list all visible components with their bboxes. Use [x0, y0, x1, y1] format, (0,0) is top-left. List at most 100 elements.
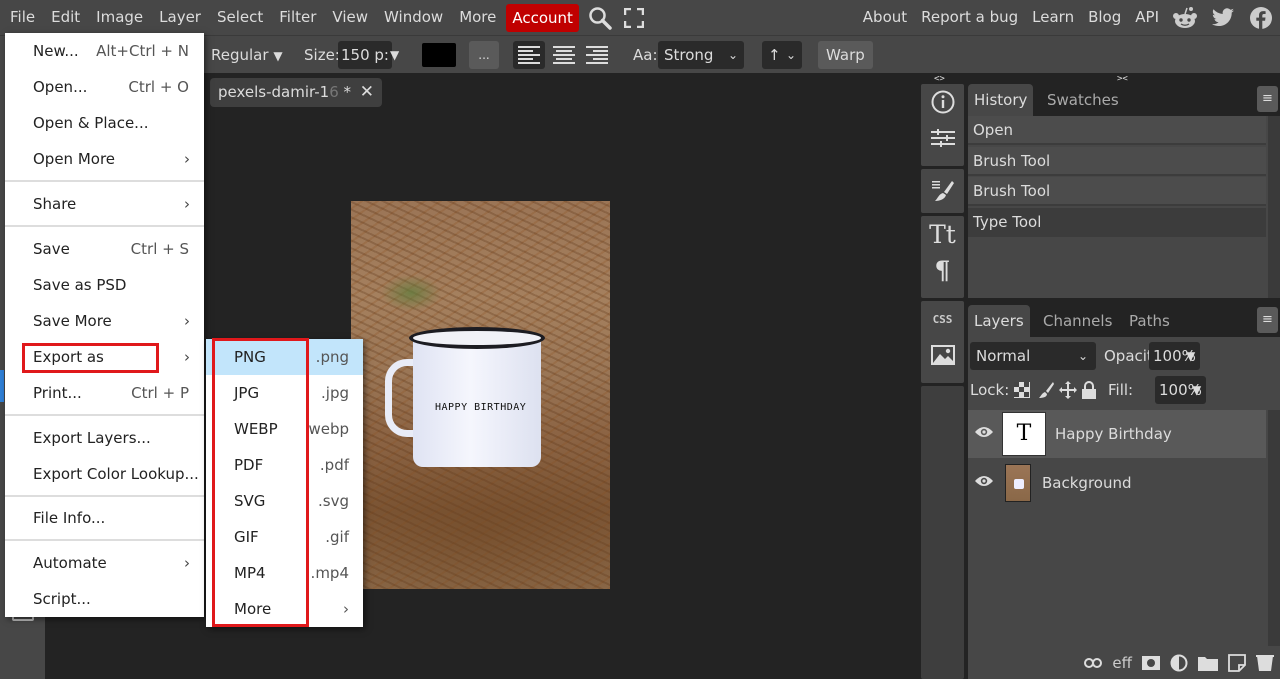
layer-name[interactable]: Happy Birthday	[1055, 410, 1172, 458]
menu-item-script[interactable]: Script...	[5, 581, 204, 617]
canvas-image[interactable]: HAPPY BIRTHDAY	[351, 201, 610, 589]
menu-item-open[interactable]: Open... Ctrl + O	[5, 69, 204, 105]
css-icon[interactable]: CSS	[921, 301, 964, 337]
fill-dropdown-icon[interactable]: ▼	[1192, 376, 1201, 404]
text-color-swatch[interactable]	[422, 43, 456, 67]
paragraph-icon[interactable]: ¶	[921, 252, 964, 288]
trash-icon[interactable]	[1256, 654, 1274, 672]
text-direction-select[interactable]: ↑ ⌄	[762, 41, 802, 69]
canvas-text-layer[interactable]: HAPPY BIRTHDAY	[435, 402, 526, 413]
menu-item-new[interactable]: New... Alt+Ctrl + N	[5, 33, 204, 69]
blend-mode-select[interactable]: Normal ⌄	[970, 342, 1096, 370]
link-icon[interactable]	[1084, 657, 1103, 668]
menu-filter[interactable]: Filter	[271, 0, 324, 35]
menu-item-automate[interactable]: Automate ›	[5, 545, 204, 581]
blog-link[interactable]: Blog	[1081, 0, 1128, 35]
history-entry[interactable]: Open	[968, 116, 1266, 145]
warp-button[interactable]: Warp	[818, 41, 873, 69]
chevron-right-icon: ›	[184, 348, 190, 366]
layer-row-background[interactable]: Background	[968, 459, 1266, 507]
fullscreen-icon[interactable]	[619, 0, 649, 35]
new-layer-icon[interactable]	[1228, 653, 1246, 672]
menu-select[interactable]: Select	[209, 0, 271, 35]
report-bug-link[interactable]: Report a bug	[914, 0, 1025, 35]
menubar: File Edit Image Layer Select Filter View…	[0, 0, 1280, 35]
tab-history[interactable]: History	[968, 84, 1034, 116]
size-input[interactable]: 150 p:	[338, 41, 392, 69]
menu-item-file-info[interactable]: File Info...	[5, 500, 204, 536]
lock-position-icon[interactable]	[1059, 376, 1077, 404]
layer-name[interactable]: Background	[1042, 459, 1132, 507]
history-entry[interactable]: Brush Tool	[968, 147, 1266, 176]
format-extension: .svg	[318, 492, 349, 510]
document-tab[interactable]: pexels-damir-16 * ✕	[210, 78, 382, 107]
menu-edit[interactable]: Edit	[43, 0, 88, 35]
lock-transparency-icon[interactable]	[1014, 376, 1030, 404]
align-right-button[interactable]	[583, 41, 613, 69]
align-center-button[interactable]	[549, 41, 579, 69]
learn-link[interactable]: Learn	[1025, 0, 1081, 35]
tab-layers[interactable]: Layers	[968, 305, 1030, 337]
mask-icon[interactable]	[1142, 655, 1160, 670]
panel-menu-icon[interactable]: ≡	[1257, 307, 1278, 333]
twitter-icon[interactable]	[1204, 0, 1242, 35]
adjustment-layer-icon[interactable]	[1170, 654, 1188, 672]
tab-channels[interactable]: Channels	[1037, 305, 1118, 337]
expand-panels-button[interactable]: <>	[934, 74, 945, 84]
menu-item-save-more[interactable]: Save More ›	[5, 303, 204, 339]
panel-menu-icon[interactable]: ≡	[1257, 86, 1278, 112]
file-menu: New... Alt+Ctrl + N Open... Ctrl + O Open …	[5, 33, 204, 617]
menu-divider	[5, 539, 204, 541]
lock-pixels-icon[interactable]	[1038, 376, 1054, 404]
font-style-select[interactable]: Regular ▼	[211, 41, 283, 69]
visibility-eye-icon[interactable]	[974, 425, 994, 439]
menu-more[interactable]: More	[451, 0, 504, 35]
menu-divider	[5, 225, 204, 227]
menu-item-export-color-lookup[interactable]: Export Color Lookup...	[5, 456, 204, 492]
menu-view[interactable]: View	[324, 0, 376, 35]
menu-item-export-layers[interactable]: Export Layers...	[5, 420, 204, 456]
visibility-eye-icon[interactable]	[974, 474, 994, 488]
history-entry-current[interactable]: Type Tool	[968, 208, 1266, 237]
menu-item-open-more[interactable]: Open More ›	[5, 141, 204, 177]
reddit-icon[interactable]	[1166, 0, 1204, 35]
menu-item-print[interactable]: Print... Ctrl + P	[5, 375, 204, 411]
menu-item-share[interactable]: Share ›	[5, 186, 204, 222]
image-icon[interactable]	[921, 337, 964, 373]
menu-item-open-place[interactable]: Open & Place...	[5, 105, 204, 141]
history-scrollbar[interactable]	[1268, 116, 1280, 298]
close-icon[interactable]: ✕	[360, 78, 374, 107]
effects-icon[interactable]: eff	[1112, 654, 1132, 672]
info-icon[interactable]	[921, 84, 964, 120]
menu-item-save-psd[interactable]: Save as PSD	[5, 267, 204, 303]
size-dropdown-icon[interactable]: ▼	[390, 41, 399, 69]
antialias-select[interactable]: Strong ⌄	[658, 41, 744, 69]
facebook-icon[interactable]	[1242, 0, 1280, 35]
menu-image[interactable]: Image	[88, 0, 151, 35]
align-left-button[interactable]	[513, 41, 545, 69]
menu-item-save[interactable]: Save Ctrl + S	[5, 231, 204, 267]
more-options-button[interactable]: ...	[469, 41, 499, 69]
adjustments-icon[interactable]	[921, 120, 964, 156]
api-link[interactable]: API	[1128, 0, 1166, 35]
account-button[interactable]: Account	[506, 3, 579, 32]
lock-all-icon[interactable]	[1081, 376, 1097, 404]
opacity-dropdown-icon[interactable]: ▼	[1186, 342, 1195, 370]
folder-icon[interactable]	[1198, 655, 1218, 671]
chevron-down-icon: ⌄	[785, 48, 796, 62]
tab-paths[interactable]: Paths	[1123, 305, 1176, 337]
about-link[interactable]: About	[856, 0, 914, 35]
chevron-down-icon: ⌄	[727, 48, 738, 62]
menu-file[interactable]: File	[0, 0, 43, 35]
character-icon[interactable]: Tt	[921, 216, 964, 252]
brush-settings-icon[interactable]	[921, 169, 964, 213]
menu-layer[interactable]: Layer	[151, 0, 209, 35]
layer-row-happy-birthday[interactable]: T Happy Birthday	[968, 410, 1266, 458]
history-entry[interactable]: Brush Tool	[968, 177, 1266, 206]
tab-swatches[interactable]: Swatches	[1041, 84, 1125, 116]
menu-window[interactable]: Window	[376, 0, 451, 35]
search-icon[interactable]	[585, 0, 615, 35]
collapse-panels-button[interactable]: ><	[1117, 74, 1128, 84]
menu-item-label: Open...	[33, 78, 88, 96]
layers-scrollbar[interactable]	[1268, 410, 1280, 646]
